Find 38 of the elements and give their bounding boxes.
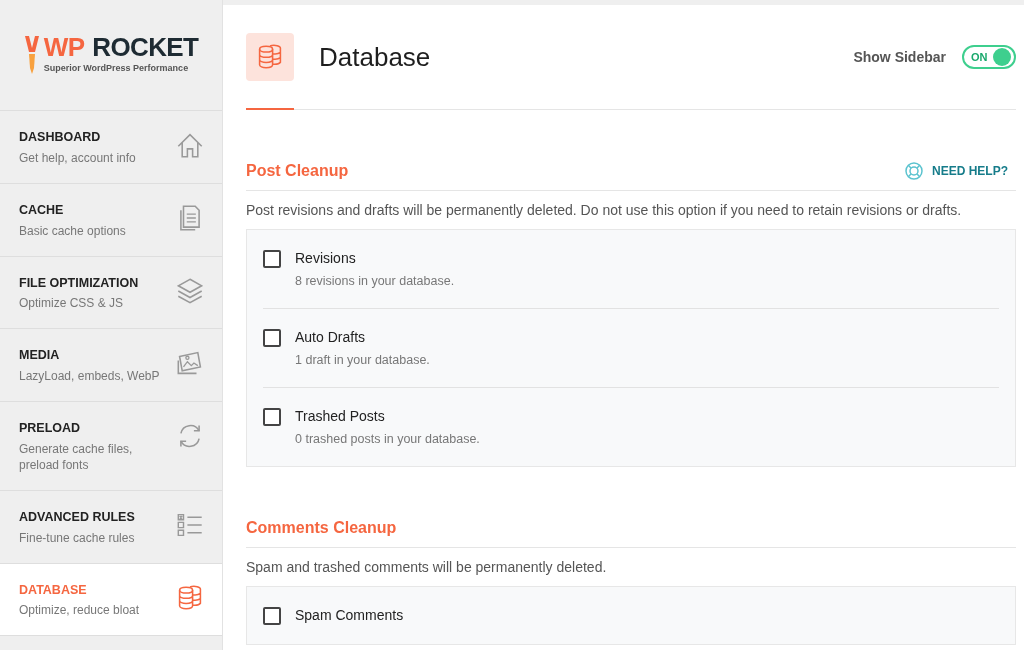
refresh-icon xyxy=(177,423,203,449)
active-underline xyxy=(246,108,294,110)
logo-tagline: Superior WordPress Performance xyxy=(43,62,190,75)
option-note: 0 trashed posts in your database. xyxy=(295,431,480,447)
section-title: Post Cleanup xyxy=(246,161,349,181)
sidebar-nav-item[interactable]: ADVANCED RULES Fine-tune cache rules xyxy=(0,490,222,564)
sidebar-nav-item[interactable]: FILE OPTIMIZATION Optimize CSS & JS xyxy=(0,256,222,330)
option-label: Spam Comments xyxy=(295,606,404,624)
sidebar-nav-item[interactable]: PRELOAD Generate cache files, preload fonts xyxy=(0,402,222,491)
sidebar-nav-item[interactable]: DATABASE Optimize, reduce bloat xyxy=(0,563,222,637)
checkbox[interactable] xyxy=(263,408,281,426)
section-title: Comments Cleanup xyxy=(246,518,397,538)
toggle-label: Show Sidebar xyxy=(853,47,946,67)
sidebar-nav-item[interactable]: MEDIA LazyLoad, embeds, WebP xyxy=(0,329,222,402)
checkbox[interactable] xyxy=(263,329,281,347)
database-icon xyxy=(257,44,283,70)
option-note: 8 revisions in your database. xyxy=(295,273,455,289)
section-description: Post revisions and drafts will be permanently deleted. Do not use this option if you need to retain revisions or drafts. xyxy=(246,201,963,219)
option-label: Auto Drafts xyxy=(295,328,367,346)
lifebuoy-icon xyxy=(904,161,924,181)
images-icon xyxy=(177,350,203,377)
page-title: Database xyxy=(319,40,431,74)
option-label: Revisions xyxy=(295,249,357,267)
option-label: Trashed Posts xyxy=(295,407,386,425)
home-icon xyxy=(177,132,203,158)
checklist-icon xyxy=(177,511,203,538)
database-icon xyxy=(177,584,203,611)
sidebar-nav-item[interactable]: CACHE Basic cache options xyxy=(0,183,222,257)
need-help-link[interactable]: NEED HELP? xyxy=(904,160,1016,182)
logo-mark: WP xyxy=(43,32,85,62)
logo-wordmark: ROCKET xyxy=(92,32,199,62)
document-icon xyxy=(177,204,203,231)
checkbox[interactable] xyxy=(263,607,281,625)
checkbox[interactable] xyxy=(263,250,281,268)
sidebar-nav-item[interactable]: DASHBOARD Get help, account info xyxy=(0,111,222,184)
section-description: Spam and trashed comments will be permanently deleted. xyxy=(246,558,608,576)
option-note: 1 draft in your database. xyxy=(295,352,430,368)
layers-icon xyxy=(177,277,203,304)
